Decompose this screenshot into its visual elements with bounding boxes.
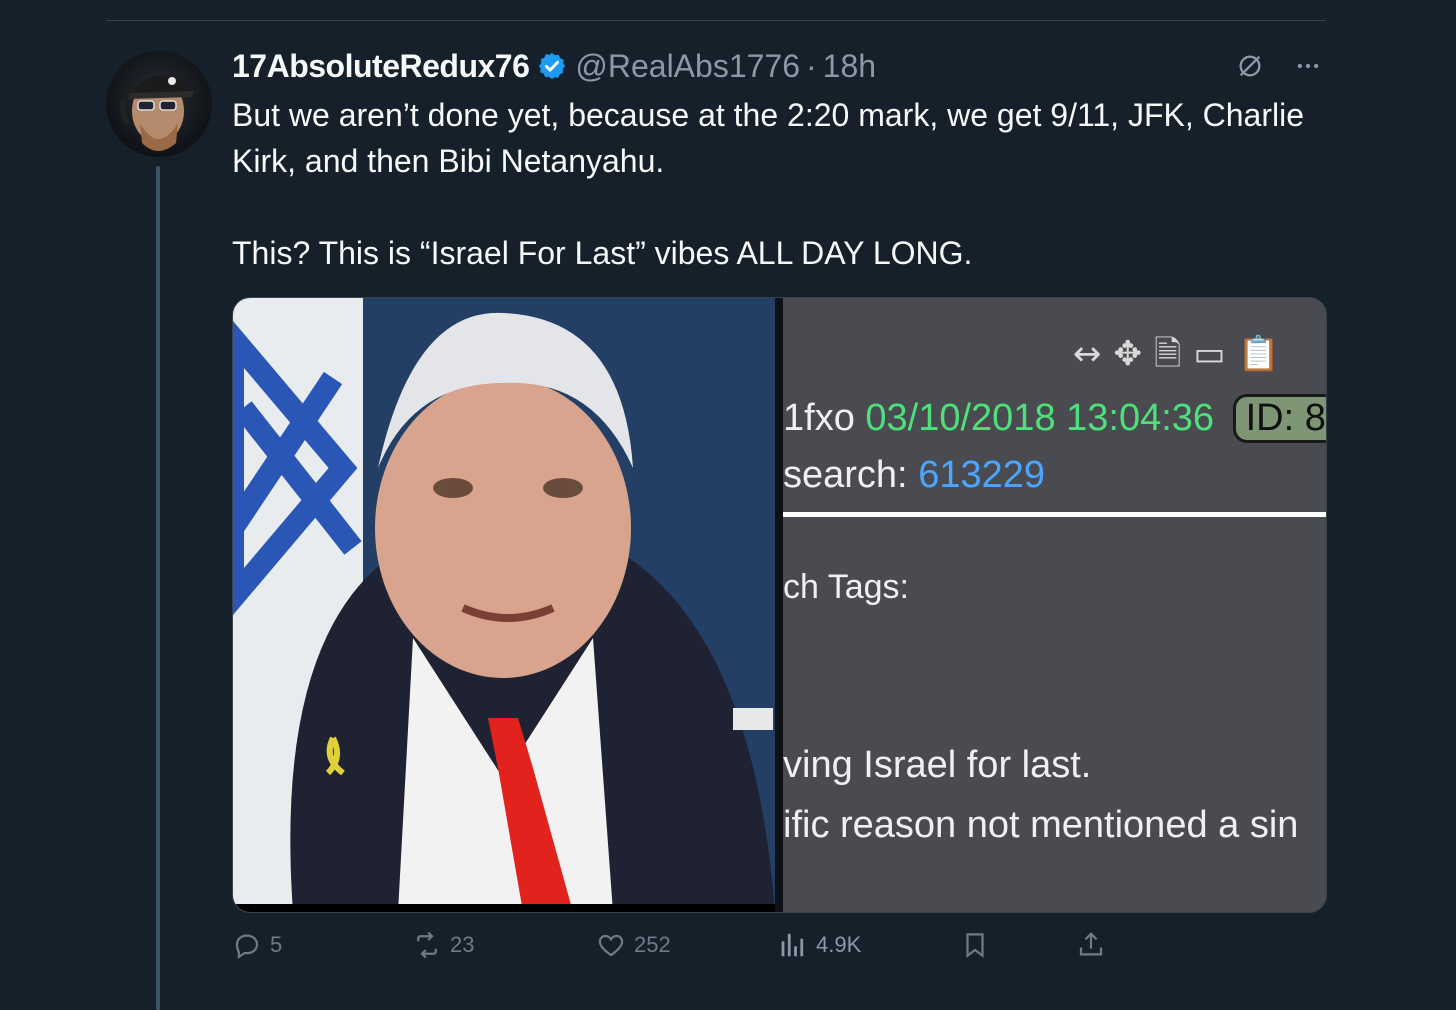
like-icon [598, 934, 624, 957]
bookmark-icon [966, 933, 984, 958]
screenshot-toolbar: ↔ ✥ 🗎 ▭ 📋 [1073, 334, 1280, 374]
screenshot-divider [783, 512, 1326, 517]
post-meta-line: 1fxo 03/10/2018 13:04:36 ID: 8 [783, 394, 1326, 443]
repost-button[interactable]: 23 [412, 930, 474, 960]
views-button[interactable]: 4.9K [778, 930, 861, 960]
grok-icon[interactable] [1234, 50, 1266, 82]
move-icon: ✥ [1113, 334, 1143, 374]
tweet-text: But we aren’t done yet, because at the 2… [232, 92, 1312, 276]
more-icon[interactable] [1292, 50, 1324, 82]
timestamp[interactable]: 18h [823, 48, 876, 85]
post-date: 03/10/2018 13:04:36 [865, 397, 1215, 439]
reply-icon [235, 934, 259, 959]
reply-count: 5 [270, 932, 283, 957]
user-handle[interactable]: @RealAbs1776 [575, 48, 800, 85]
reply-button[interactable]: 5 [232, 930, 282, 960]
views-icon [781, 933, 804, 957]
media-screenshot[interactable]: ↔ ✥ 🗎 ▭ 📋 1fxo 03/10/2018 13:04:36 ID: 8… [783, 298, 1326, 912]
share-button[interactable] [1076, 930, 1106, 960]
media-card[interactable]: ↔ ✥ 🗎 ▭ 📋 1fxo 03/10/2018 13:04:36 ID: 8… [232, 297, 1327, 913]
separator-dot: · [806, 47, 817, 84]
like-count: 252 [634, 932, 671, 957]
tweet-header: 17AbsoluteRedux76 @RealAbs1776 · 18h [232, 44, 876, 88]
display-name[interactable]: 17AbsoluteRedux76 [232, 48, 530, 85]
clipboard-icon: 📋 [1237, 334, 1280, 374]
share-icon [1079, 932, 1103, 956]
thread-connector-line [156, 166, 160, 1010]
top-divider [106, 20, 1326, 21]
resize-icon: ↔ [1073, 334, 1102, 374]
photo-bottom-edge [233, 904, 775, 912]
views-count: 4.9K [816, 932, 862, 957]
screenshot-text-line-b: ific reason not mentioned a sin [783, 804, 1299, 846]
repost-icon [417, 931, 437, 959]
media-photo[interactable] [233, 298, 775, 912]
action-bar: 5 23 252 4.9K [232, 930, 1325, 970]
avatar[interactable] [106, 51, 212, 157]
id-pill: ID: 8 [1232, 394, 1326, 443]
tweet-paragraph-2: This? This is “Israel For Last” vibes AL… [232, 235, 973, 271]
verified-badge-icon[interactable] [537, 51, 567, 81]
tweet-paragraph-1: But we aren’t done yet, because at the 2… [232, 97, 1304, 179]
repost-count: 23 [450, 932, 475, 957]
post-id-fragment: 1fxo [783, 397, 855, 439]
search-line: search: 613229 [783, 454, 1045, 497]
like-button[interactable]: 252 [596, 930, 671, 960]
vr-icon: ▭ [1193, 334, 1226, 374]
media-separator [775, 298, 783, 912]
screenshot-text-line-a: ving Israel for last. [783, 744, 1092, 786]
image-file-icon: 🗎 [1154, 334, 1182, 374]
tags-label: ch Tags: [783, 568, 910, 606]
search-number: 613229 [918, 454, 1045, 496]
search-label: search: [783, 454, 908, 496]
bookmark-button[interactable] [960, 930, 990, 960]
